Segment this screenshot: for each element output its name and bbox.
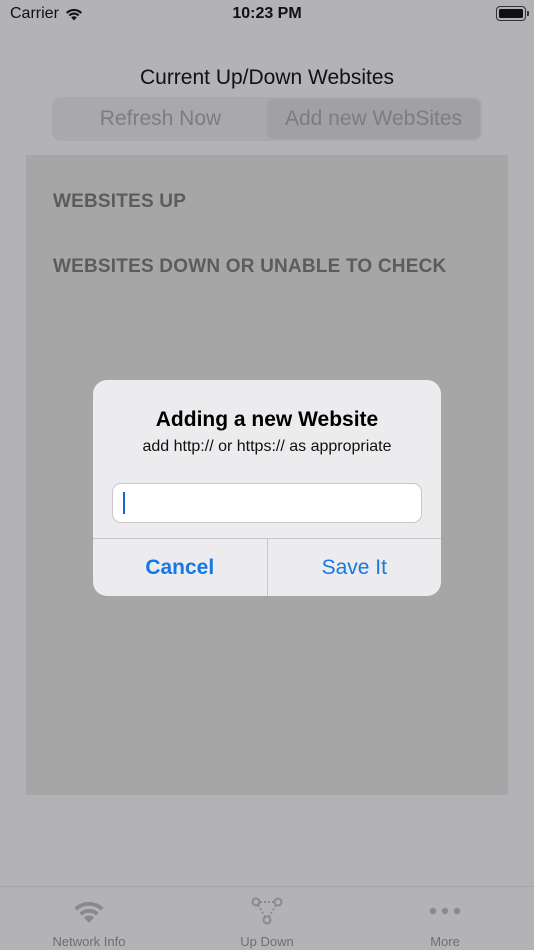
add-websites-segment[interactable]: Add new WebSites [267,99,480,139]
tab-network-info[interactable]: Network Info [0,887,178,950]
website-url-input[interactable] [112,483,422,523]
tab-label-up-down: Up Down [240,934,294,949]
wifi-icon [72,897,106,925]
cancel-button[interactable]: Cancel [93,539,268,596]
status-time: 10:23 PM [232,5,302,22]
section-header-websites-up: WEBSITES UP [53,191,187,212]
refresh-now-segment[interactable]: Refresh Now [54,99,267,139]
more-dots-icon [428,897,462,925]
tab-label-more: More [430,934,460,949]
add-website-alert: Adding a new Website add http:// or http… [93,380,441,596]
tab-more[interactable]: More [356,887,534,950]
alert-title: Adding a new Website [155,408,379,431]
alert-message: add http:// or https:// as appropriate [142,438,392,455]
tab-label-network-info: Network Info [52,934,126,949]
section-header-websites-down: WEBSITES DOWN OR UNABLE TO CHECK [53,256,447,277]
alert-actions: Cancel Save It [93,538,441,596]
text-cursor [123,492,125,514]
segmented-control: Refresh Now Add new WebSites [52,97,482,141]
tab-up-down[interactable]: Up Down [178,887,356,950]
status-bar: Carrier 10:23 PM [0,0,534,30]
network-nodes-icon [250,897,284,925]
battery-icon [496,6,529,21]
page-title: Current Up/Down Websites [139,66,395,89]
tab-bar: Network Info Up Down More [0,886,534,950]
save-it-button[interactable]: Save It [268,539,442,596]
